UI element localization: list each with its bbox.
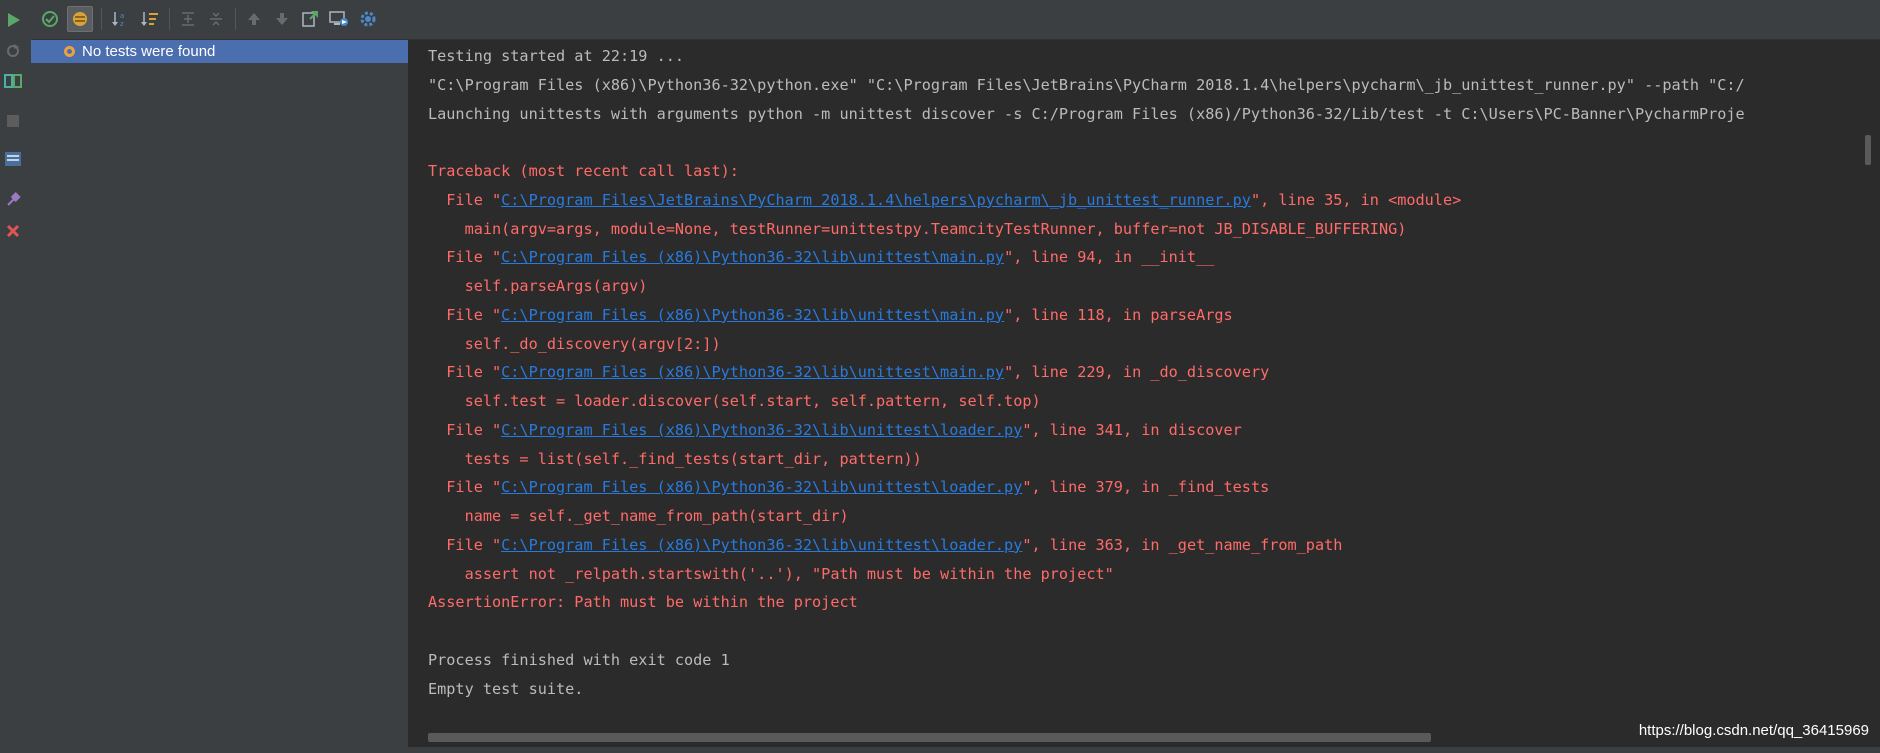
error-line: self._do_discovery(argv[2:]) xyxy=(428,334,721,353)
error-line: main(argv=args, module=None, testRunner=… xyxy=(428,219,1407,238)
error-line: AssertionError: Path must be within the … xyxy=(428,593,858,612)
error-line: self.test = loader.discover(self.start, … xyxy=(428,392,1041,410)
traceback-prefix: File " xyxy=(428,305,502,324)
console-line: Launching unittests with arguments pytho… xyxy=(428,104,1745,123)
sort-by-duration-icon[interactable] xyxy=(137,6,163,32)
traceback-suffix: ", line 35, in <module> xyxy=(1250,190,1462,209)
stop-icon[interactable] xyxy=(2,110,24,132)
run-icon[interactable] xyxy=(2,9,24,31)
no-tests-status-icon xyxy=(64,46,75,57)
traceback-file-line: File "C:\Program Files (x86)\Python36-32… xyxy=(428,473,1269,501)
watermark-text: https://blog.csdn.net/qq_36415969 xyxy=(1638,722,1869,739)
file-path-link[interactable]: C:\Program Files (x86)\Python36-32\lib\u… xyxy=(501,478,1022,496)
console-line: "C:\Program Files (x86)\Python36-32\pyth… xyxy=(428,75,1745,94)
console-line: Testing started at 22:19 ... xyxy=(428,47,685,65)
toolbar-separator xyxy=(235,8,236,30)
left-toolbar xyxy=(0,0,32,753)
rerun-failed-icon[interactable] xyxy=(2,40,24,62)
svg-text:a: a xyxy=(120,12,124,20)
sort-alphabetically-icon[interactable]: az xyxy=(108,6,134,32)
traceback-suffix: ", line 379, in _find_tests xyxy=(1022,478,1270,497)
export-results-icon[interactable] xyxy=(297,6,323,32)
export-icon[interactable] xyxy=(2,148,24,170)
horizontal-scrollbar-thumb[interactable] xyxy=(428,733,1431,742)
traceback-prefix: File " xyxy=(428,478,502,497)
traceback-file-line: File "C:\Program Files (x86)\Python36-32… xyxy=(428,358,1269,386)
traceback-file-line: File "C:\Program Files (x86)\Python36-32… xyxy=(428,531,1342,559)
error-line: assert not _relpath.startswith('..'), "P… xyxy=(428,564,1114,583)
traceback-suffix: ", line 229, in _do_discovery xyxy=(1004,363,1270,382)
show-passed-icon[interactable] xyxy=(37,6,63,32)
top-toolbar: az xyxy=(31,0,1880,40)
file-path-link[interactable]: C:\Program Files (x86)\Python36-32\lib\u… xyxy=(501,536,1022,554)
console-line: Empty test suite. xyxy=(428,679,584,698)
traceback-suffix: ", line 118, in parseArgs xyxy=(1004,305,1233,324)
toolbar-separator xyxy=(169,8,170,30)
traceback-prefix: File " xyxy=(428,190,502,209)
tree-item-status[interactable]: No tests were found xyxy=(31,40,408,63)
traceback-file-line: File "C:\Program Files (x86)\Python36-32… xyxy=(428,416,1242,444)
file-path-link[interactable]: C:\Program Files (x86)\Python36-32\lib\u… xyxy=(501,363,1004,381)
console-output[interactable]: Testing started at 22:19 ... "C:\Program … xyxy=(409,40,1871,747)
settings-icon[interactable] xyxy=(355,6,381,32)
traceback-prefix: File " xyxy=(428,363,502,382)
previous-failed-icon[interactable] xyxy=(241,6,267,32)
traceback-suffix: ", line 94, in __init__ xyxy=(1004,248,1215,267)
next-failed-icon[interactable] xyxy=(269,6,295,32)
svg-text:z: z xyxy=(120,20,124,28)
import-results-icon[interactable] xyxy=(326,6,352,32)
vertical-scrollbar-thumb[interactable] xyxy=(1865,135,1871,165)
file-path-link[interactable]: C:\Program Files (x86)\Python36-32\lib\u… xyxy=(501,248,1004,266)
error-line: tests = list(self._find_tests(start_dir,… xyxy=(428,449,922,468)
traceback-suffix: ", line 363, in _get_name_from_path xyxy=(1022,535,1343,554)
status-strip xyxy=(0,747,1880,753)
file-path-link[interactable]: C:\Program Files (x86)\Python36-32\lib\u… xyxy=(501,306,1004,324)
file-path-link[interactable]: C:\Program Files\JetBrains\PyCharm 2018.… xyxy=(501,191,1251,209)
pin-icon[interactable] xyxy=(2,188,24,210)
tree-item-label: No tests were found xyxy=(82,43,216,60)
traceback-file-line: File "C:\Program Files\JetBrains\PyCharm… xyxy=(428,186,1461,214)
toggle-auto-test-icon[interactable] xyxy=(2,70,24,92)
error-line: Traceback (most recent call last): xyxy=(428,162,739,180)
toolbar-separator xyxy=(101,8,102,30)
show-ignored-icon[interactable] xyxy=(67,6,93,32)
traceback-file-line: File "C:\Program Files (x86)\Python36-32… xyxy=(428,301,1233,329)
collapse-all-icon[interactable] xyxy=(203,6,229,32)
traceback-prefix: File " xyxy=(428,420,502,439)
console-line: Process finished with exit code 1 xyxy=(428,650,730,669)
test-tree-panel: No tests were found xyxy=(31,40,409,747)
traceback-prefix: File " xyxy=(428,248,502,267)
expand-all-icon[interactable] xyxy=(175,6,201,32)
file-path-link[interactable]: C:\Program Files (x86)\Python36-32\lib\u… xyxy=(501,421,1022,439)
error-line: self.parseArgs(argv) xyxy=(428,277,648,295)
error-line: name = self._get_name_from_path(start_di… xyxy=(428,507,849,525)
traceback-suffix: ", line 341, in discover xyxy=(1022,420,1242,439)
traceback-prefix: File " xyxy=(428,535,502,554)
close-icon[interactable] xyxy=(2,220,24,242)
traceback-file-line: File "C:\Program Files (x86)\Python36-32… xyxy=(428,243,1214,271)
